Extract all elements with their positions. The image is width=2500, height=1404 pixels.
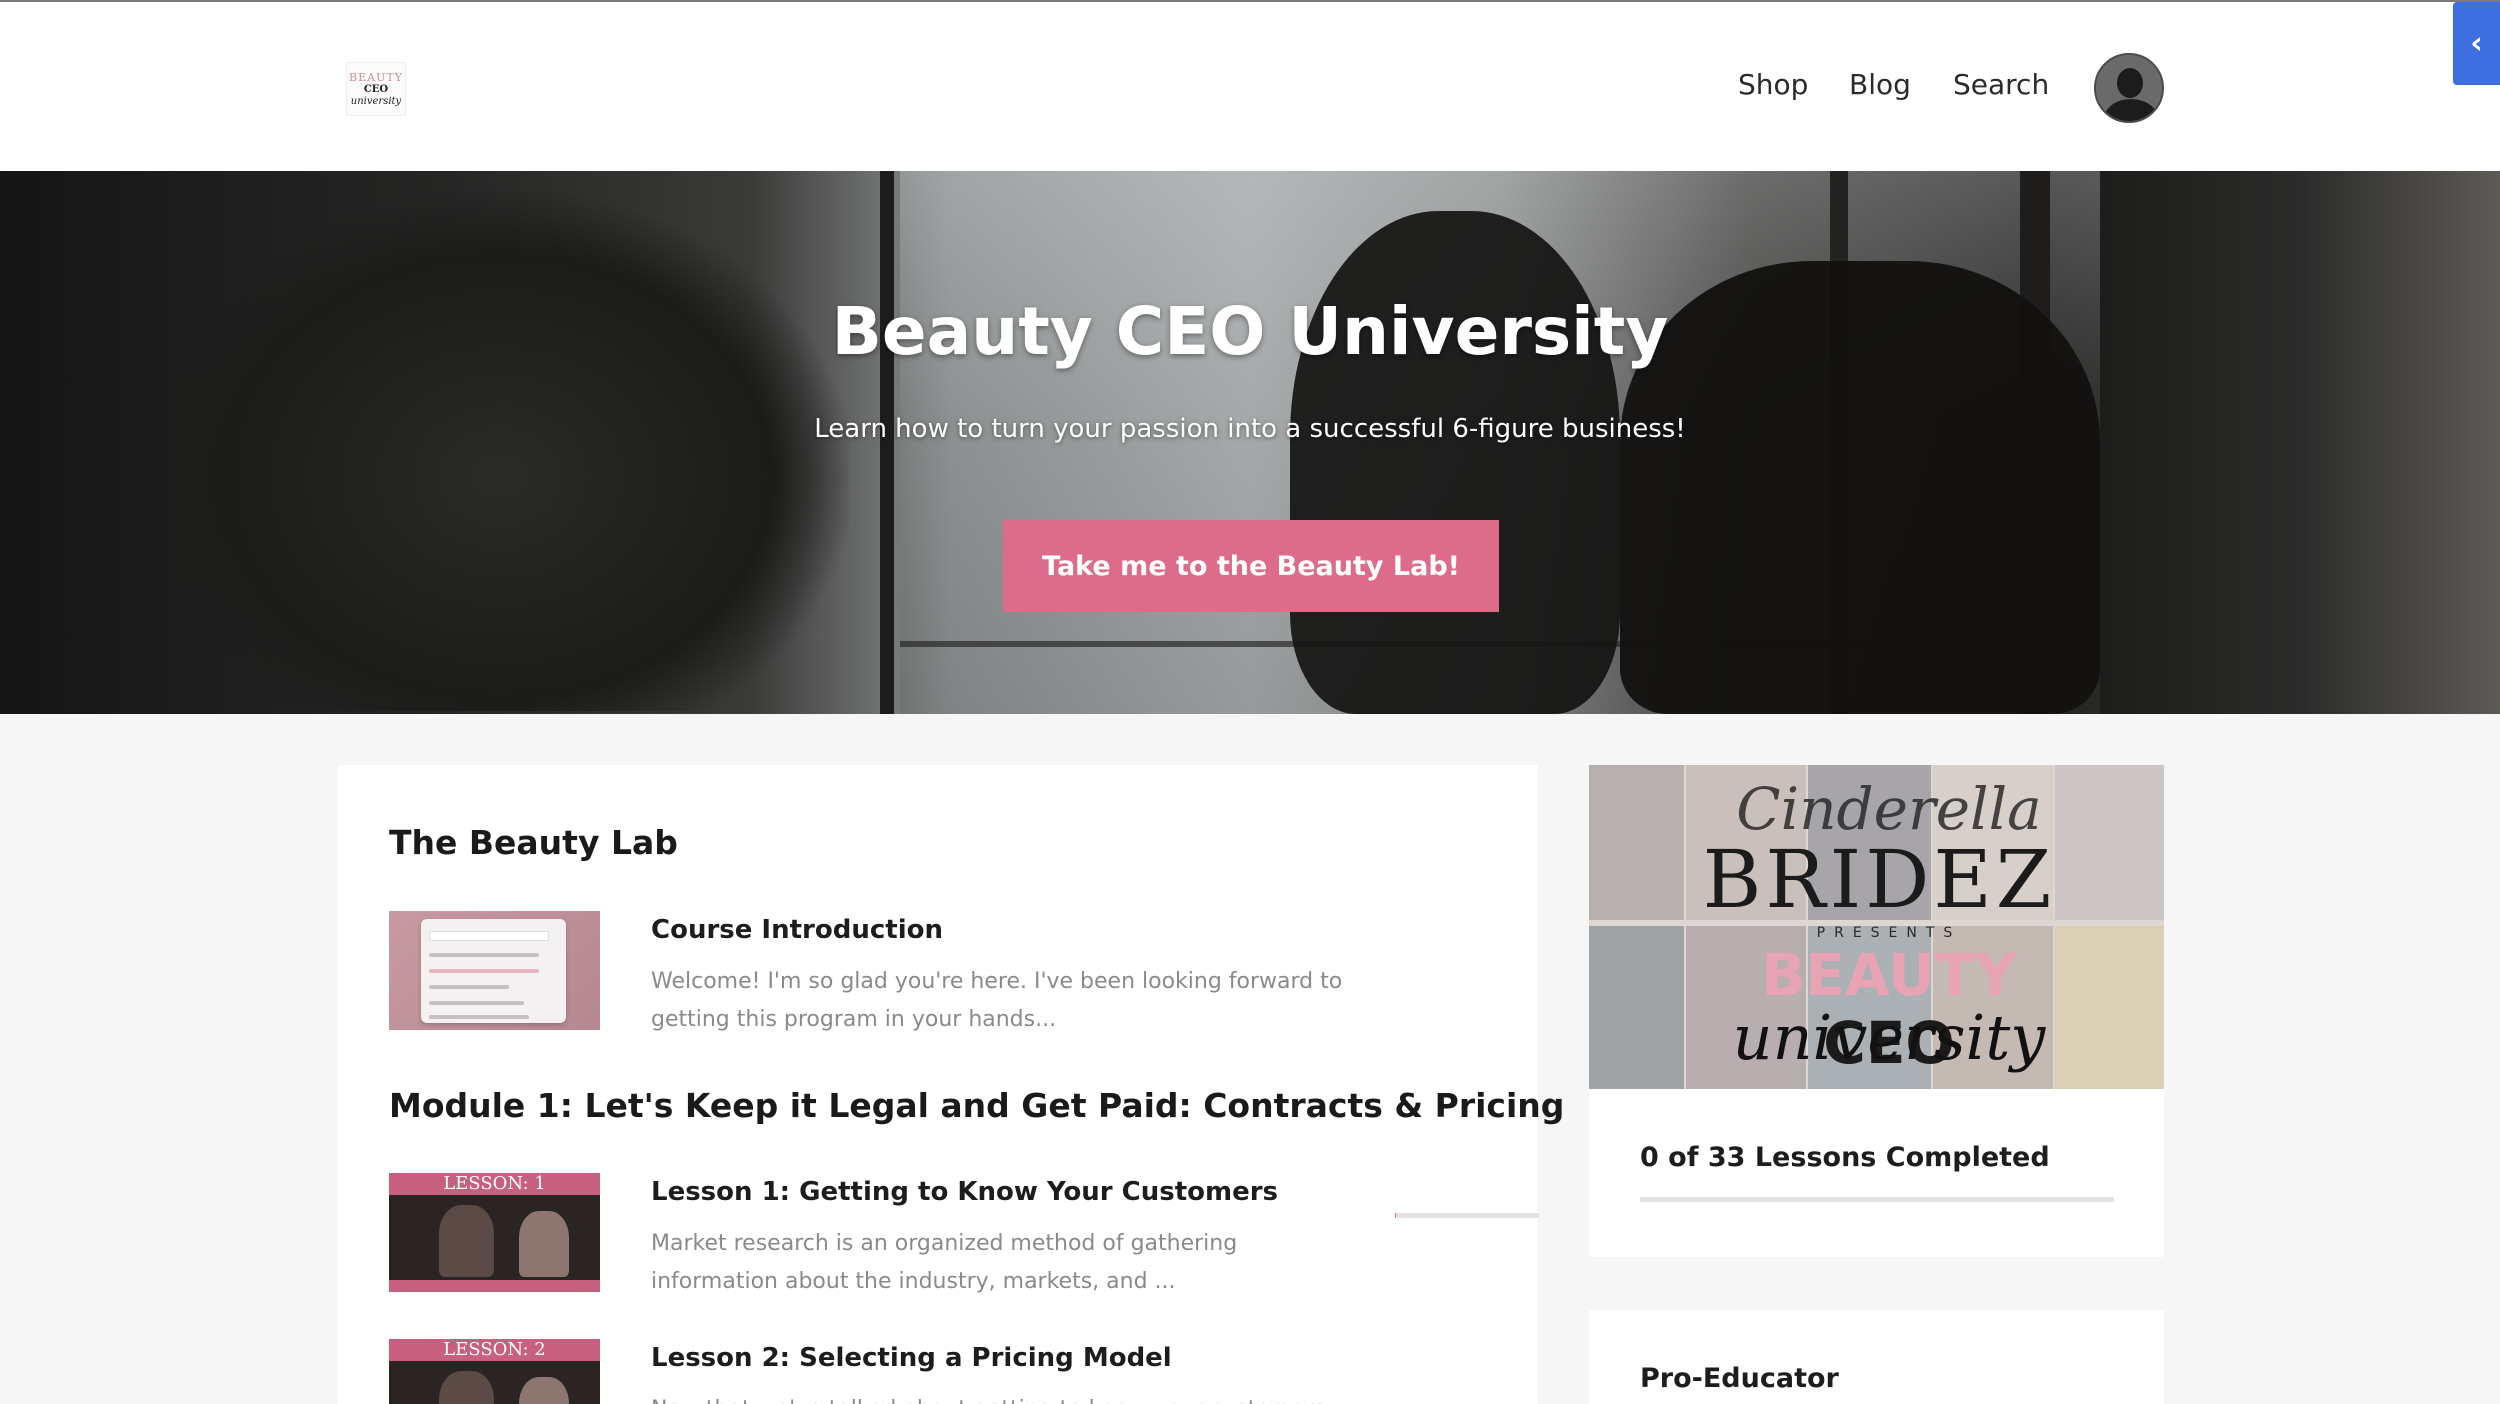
promo-photo-tile — [1589, 765, 1684, 920]
logo-line-beauty: BEAUTY — [349, 70, 403, 84]
suggestion-line — [429, 969, 539, 973]
course-promo-image: Cinderella BRIDEZ PRESENTS BEAUTY CEO un… — [1589, 765, 2164, 1089]
promo-photo-tile — [1589, 926, 1684, 1089]
lesson-progress-fill — [1395, 1213, 1397, 1218]
suggestion-line — [429, 1015, 529, 1019]
chevron-left-icon: ‹ — [2470, 26, 2483, 61]
site-header: BEAUTY CEO university Shop Blog Search — [0, 2, 2500, 171]
lesson-description: Market research is an organized method o… — [651, 1231, 1238, 1294]
search-bar-graphic — [429, 931, 549, 941]
nav-shop-link[interactable]: Shop — [1738, 68, 1808, 101]
hero-bride-silhouette — [1290, 211, 1620, 714]
lesson-thumbnail[interactable] — [389, 911, 600, 1030]
course-content-card: The Beauty Lab Course Introduction Welco… — [338, 765, 1564, 1404]
pro-educator-label: Pro-Educator — [1640, 1363, 1839, 1394]
lesson-item[interactable]: LESSON: 1 Lesson 1: Getting to Know Your… — [389, 1173, 1539, 1303]
suggestion-line — [429, 953, 539, 957]
beauty-lab-button[interactable]: Take me to the Beauty Lab! — [1003, 520, 1499, 612]
avatar-head-shape — [2117, 68, 2143, 98]
course-progress-bar — [1640, 1197, 2114, 1202]
promo-beauty-word: BEAUTY — [1761, 941, 2017, 1009]
site-logo[interactable]: BEAUTY CEO university — [346, 62, 406, 116]
hero-plant-silhouette — [150, 191, 850, 711]
lesson-description: Welcome! I'm so glad you're here. I've b… — [651, 969, 1343, 1032]
lessons-completed-label: 0 of 33 Lessons Completed — [1640, 1142, 2050, 1173]
lesson-item[interactable]: LESSON: 2 Lesson 2: Selecting a Pricing … — [389, 1339, 1509, 1404]
lesson-title[interactable]: Lesson 2: Selecting a Pricing Model — [651, 1343, 1172, 1373]
suggestion-line — [429, 985, 509, 989]
avatar-body-shape — [2104, 99, 2158, 121]
lesson-description: Now that we've talked about getting to k… — [651, 1391, 1351, 1404]
course-progress-card: 0 of 33 Lessons Completed — [1589, 1089, 2164, 1257]
section-title-module-1: Module 1: Let's Keep it Legal and Get Pa… — [389, 1086, 1565, 1125]
thumb-footer-band — [389, 1280, 600, 1292]
hero-subtitle: Learn how to turn your passion into a su… — [814, 414, 1686, 444]
pro-educator-card: Pro-Educator — [1589, 1310, 2164, 1404]
lesson-title[interactable]: Lesson 1: Getting to Know Your Customers — [651, 1177, 1278, 1207]
lesson-thumb-label: LESSON: 2 — [389, 1339, 600, 1361]
search-suggestions-graphic — [421, 919, 566, 1023]
lesson-title[interactable]: Course Introduction — [651, 915, 943, 945]
suggestion-line — [429, 1001, 524, 1005]
logo-line-ceo: CEO — [363, 83, 389, 95]
section-title-beauty-lab: The Beauty Lab — [389, 823, 678, 862]
thumb-person-shape — [439, 1205, 494, 1277]
lesson-progress-bar — [1395, 1213, 1539, 1218]
thumb-person-shape — [519, 1211, 569, 1277]
side-panel-toggle[interactable]: ‹ — [2453, 2, 2500, 85]
lesson-thumb-label: LESSON: 1 — [389, 1173, 600, 1195]
hero-title: Beauty CEO University — [831, 293, 1669, 370]
nav-search-link[interactable]: Search — [1953, 68, 2049, 101]
promo-university-text: university — [1732, 1001, 2046, 1074]
lesson-thumbnail[interactable]: LESSON: 2 — [389, 1339, 600, 1404]
lesson-thumbnail[interactable]: LESSON: 1 — [389, 1173, 600, 1292]
logo-line-university: university — [350, 95, 402, 107]
promo-presents-text: PRESENTS — [1816, 925, 1962, 941]
lesson-item[interactable]: Course Introduction Welcome! I'm so glad… — [389, 911, 1509, 1041]
nav-blog-link[interactable]: Blog — [1849, 68, 1911, 101]
user-avatar[interactable] — [2094, 53, 2164, 123]
thumb-person-shape — [439, 1371, 494, 1404]
promo-bridez-text: BRIDEZ — [1702, 833, 2056, 926]
thumb-person-shape — [519, 1377, 569, 1404]
